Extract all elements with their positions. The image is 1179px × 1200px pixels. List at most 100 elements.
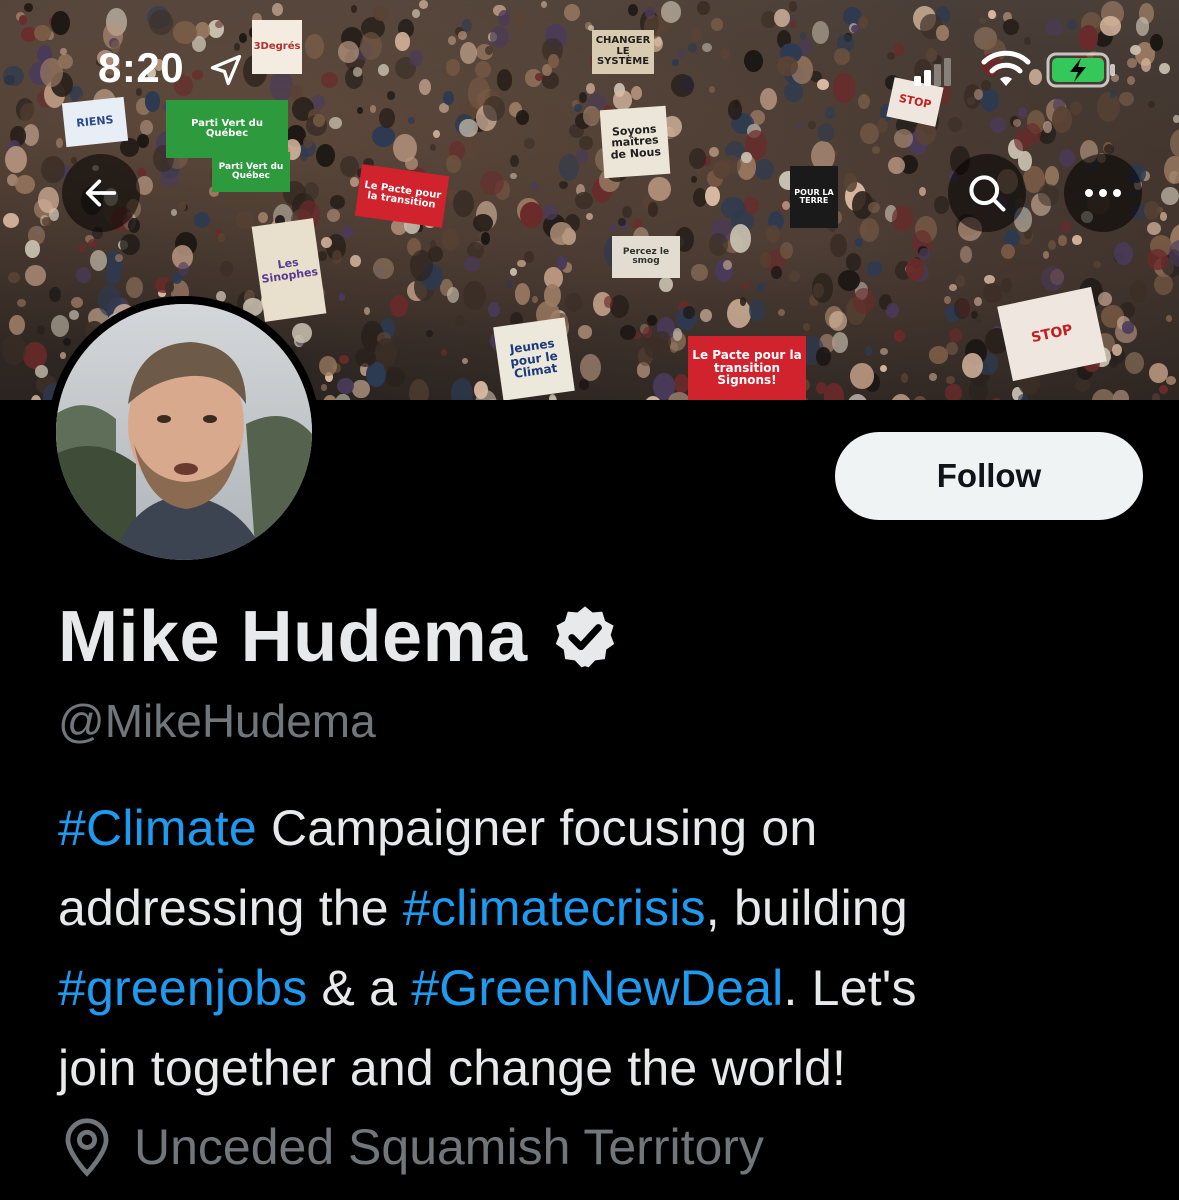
hashtag-link[interactable]: #climatecrisis <box>403 880 706 936</box>
crowd-texture <box>1161 187 1179 206</box>
avatar[interactable] <box>48 296 320 568</box>
crowd-texture <box>802 322 810 331</box>
crowd-texture <box>480 232 491 246</box>
crowd-texture <box>887 156 905 175</box>
crowd-texture <box>578 378 589 390</box>
back-button[interactable] <box>62 154 140 232</box>
crowd-texture <box>585 213 593 221</box>
crowd-texture <box>690 176 697 184</box>
crowd-texture <box>877 118 889 134</box>
banner-sign: Percez le smog <box>612 236 680 278</box>
crowd-texture <box>866 261 883 277</box>
crowd-texture <box>643 327 652 339</box>
crowd-texture <box>973 297 983 307</box>
crowd-texture <box>830 234 847 258</box>
crowd-texture <box>177 261 189 276</box>
crowd-texture <box>509 155 519 167</box>
crowd-texture <box>843 172 858 192</box>
crowd-texture <box>953 298 970 319</box>
crowd-texture <box>1151 393 1160 400</box>
crowd-texture <box>992 397 1002 400</box>
crowd-texture <box>524 250 534 264</box>
search-icon <box>969 175 1006 212</box>
banner-sign: Les Sinophes <box>251 218 327 322</box>
hashtag-link[interactable]: #Climate <box>58 800 257 856</box>
crowd-texture <box>505 280 512 289</box>
crowd-texture <box>315 143 335 167</box>
crowd-texture <box>90 249 108 272</box>
banner-sign: Jeunes pour le Climat <box>493 317 575 400</box>
crowd-texture <box>373 257 394 279</box>
crowd-texture <box>748 299 765 322</box>
banner-sign: POUR LA TERRE <box>790 166 838 228</box>
crowd-texture <box>643 336 661 359</box>
bio-text: . Let's <box>783 960 917 1016</box>
crowd-texture <box>339 155 359 177</box>
crowd-texture <box>893 129 914 149</box>
crowd-texture <box>949 327 963 343</box>
crowd-texture <box>1072 234 1082 245</box>
crowd-texture <box>487 302 501 317</box>
hashtag-link[interactable]: #GreenNewDeal <box>411 960 783 1016</box>
crowd-texture <box>50 314 70 337</box>
hashtag-link[interactable]: #greenjobs <box>58 960 307 1016</box>
crowd-texture <box>900 373 909 383</box>
wifi-icon <box>981 50 1031 86</box>
crowd-texture <box>867 201 880 213</box>
arrow-left-icon <box>85 179 117 207</box>
crowd-texture <box>30 394 41 400</box>
crowd-texture <box>912 396 928 400</box>
crowd-texture <box>708 233 729 257</box>
crowd-texture <box>472 214 493 233</box>
crowd-texture <box>1038 184 1060 206</box>
crowd-texture <box>1039 134 1048 142</box>
crowd-texture <box>326 209 341 223</box>
crowd-texture <box>647 314 658 326</box>
crowd-texture <box>75 267 91 283</box>
crowd-texture <box>729 224 752 254</box>
crowd-texture <box>59 351 67 359</box>
crowd-texture <box>1000 277 1013 293</box>
crowd-texture <box>1147 248 1168 270</box>
crowd-texture <box>432 130 441 139</box>
avatar-portrait <box>56 304 312 560</box>
crowd-texture <box>944 295 952 304</box>
crowd-texture <box>603 296 614 308</box>
crowd-texture <box>955 275 966 287</box>
bio-text: & a <box>307 960 412 1016</box>
crowd-texture <box>340 226 354 238</box>
crowd-texture <box>304 181 320 201</box>
crowd-texture <box>1113 242 1134 266</box>
crowd-texture <box>1166 376 1177 386</box>
crowd-texture <box>41 155 65 183</box>
follow-button[interactable]: Follow <box>835 432 1143 520</box>
crowd-texture <box>318 355 337 376</box>
crowd-texture <box>960 245 973 263</box>
crowd-texture <box>859 122 879 144</box>
crowd-texture <box>577 325 593 339</box>
crowd-texture <box>410 250 433 281</box>
more-button[interactable] <box>1064 154 1142 232</box>
crowd-texture <box>919 247 930 261</box>
crowd-texture <box>969 378 988 400</box>
crowd-texture <box>864 345 873 357</box>
crowd-texture <box>576 149 589 163</box>
search-button[interactable] <box>948 154 1026 232</box>
crowd-texture <box>739 297 747 306</box>
verified-badge-icon[interactable] <box>550 602 620 672</box>
avatar-photo <box>56 304 312 560</box>
crowd-texture <box>770 266 782 280</box>
banner-sign: Le Pacte pour la transition <box>354 164 450 228</box>
crowd-texture <box>160 170 179 188</box>
crowd-texture <box>1165 314 1173 322</box>
crowd-texture <box>709 146 719 157</box>
crowd-texture <box>789 270 801 282</box>
crowd-texture <box>648 176 671 202</box>
crowd-texture <box>727 299 751 329</box>
crowd-texture <box>429 239 437 248</box>
crowd-texture <box>350 176 359 187</box>
crowd-texture <box>945 376 955 385</box>
crowd-texture <box>1013 119 1022 127</box>
banner-sign: Le Pacte pour la transition Signons! <box>688 336 806 400</box>
crowd-texture <box>1146 221 1161 236</box>
